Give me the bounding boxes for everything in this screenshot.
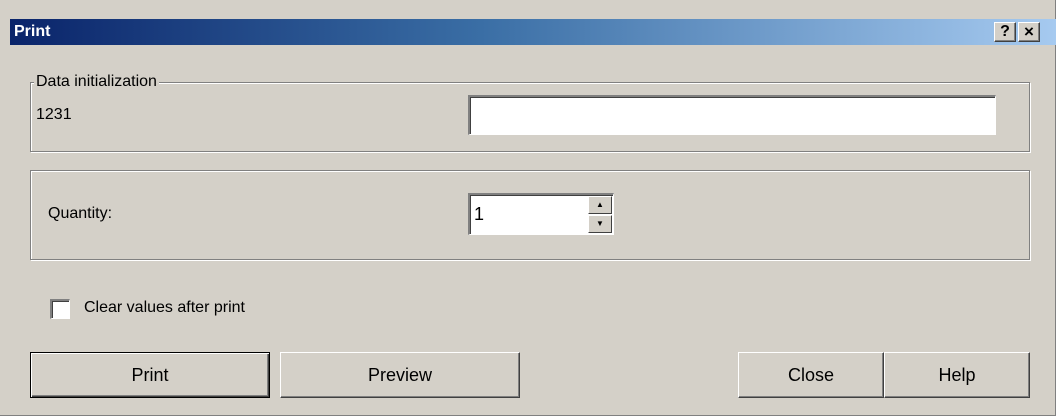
data-initialization-legend: Data initialization	[34, 72, 159, 92]
print-dialog: Print ? × Data initialization 1231 Quant…	[0, 0, 1056, 416]
quantity-input[interactable]	[474, 201, 574, 227]
clear-values-checkbox[interactable]	[50, 299, 70, 319]
quantity-label: Quantity:	[48, 205, 113, 222]
help-question-icon[interactable]: ?	[994, 22, 1016, 42]
clear-values-label[interactable]: Clear values after print	[84, 298, 245, 318]
close-button[interactable]: Close	[738, 352, 884, 398]
close-x-icon[interactable]: ×	[1018, 22, 1040, 42]
quantity-stepper: ▲ ▼	[468, 193, 614, 235]
spin-down-icon[interactable]: ▼	[588, 215, 612, 233]
title-bar[interactable]: Print ? ×	[10, 19, 1056, 45]
data-init-input[interactable]	[468, 95, 996, 135]
data-init-field-label: 1231	[36, 106, 72, 123]
help-button[interactable]: Help	[884, 352, 1030, 398]
preview-button[interactable]: Preview	[280, 352, 520, 398]
spin-up-icon[interactable]: ▲	[588, 196, 612, 214]
print-button[interactable]: Print	[30, 352, 270, 398]
dialog-title: Print	[14, 23, 51, 40]
